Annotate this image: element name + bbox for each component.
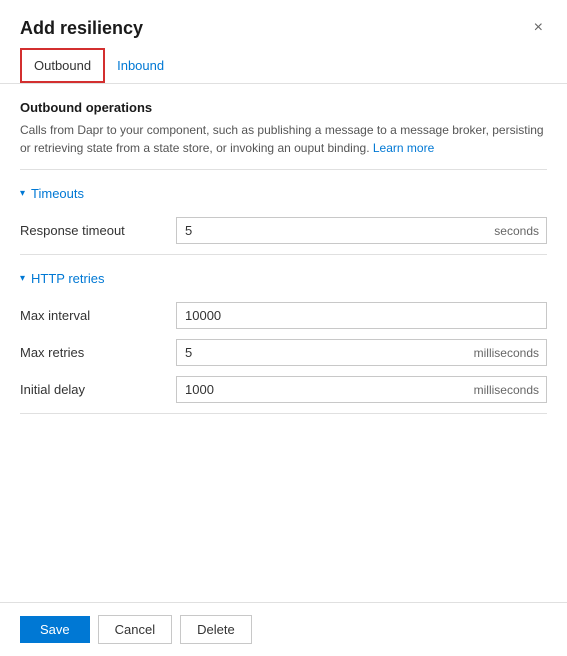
timeouts-header[interactable]: ▾ Timeouts: [20, 180, 547, 207]
delete-button[interactable]: Delete: [180, 615, 252, 644]
initial-delay-row: Initial delay milliseconds: [20, 376, 547, 403]
response-timeout-wrapper: seconds: [176, 217, 547, 244]
outbound-description: Calls from Dapr to your component, such …: [20, 121, 547, 157]
dialog-content: Outbound operations Calls from Dapr to y…: [0, 84, 567, 602]
divider-2: [20, 254, 547, 255]
http-retries-label: HTTP retries: [31, 271, 104, 286]
initial-delay-input[interactable]: [176, 376, 547, 403]
dialog-header: Add resiliency ×: [0, 0, 567, 48]
dialog-footer: Save Cancel Delete: [0, 602, 567, 656]
learn-more-link[interactable]: Learn more: [373, 141, 434, 155]
initial-delay-wrapper: milliseconds: [176, 376, 547, 403]
max-interval-input[interactable]: [176, 302, 547, 329]
divider-3: [20, 413, 547, 414]
outbound-section: Outbound operations Calls from Dapr to y…: [20, 100, 547, 157]
tab-inbound[interactable]: Inbound: [105, 48, 176, 83]
cancel-button[interactable]: Cancel: [98, 615, 172, 644]
add-resiliency-dialog: Add resiliency × Outbound Inbound Outbou…: [0, 0, 567, 656]
timeouts-chevron-icon: ▾: [20, 188, 25, 199]
max-retries-row: Max retries milliseconds: [20, 339, 547, 366]
divider-1: [20, 169, 547, 170]
outbound-section-title: Outbound operations: [20, 100, 547, 115]
tabs-container: Outbound Inbound: [0, 48, 567, 84]
max-interval-row: Max interval: [20, 302, 547, 329]
response-timeout-input[interactable]: [176, 217, 547, 244]
timeouts-label: Timeouts: [31, 186, 84, 201]
response-timeout-label: Response timeout: [20, 223, 160, 238]
max-retries-wrapper: milliseconds: [176, 339, 547, 366]
tab-outbound[interactable]: Outbound: [20, 48, 105, 83]
save-button[interactable]: Save: [20, 616, 90, 643]
max-interval-label: Max interval: [20, 308, 160, 323]
max-retries-label: Max retries: [20, 345, 160, 360]
response-timeout-row: Response timeout seconds: [20, 217, 547, 244]
dialog-title: Add resiliency: [20, 18, 143, 39]
http-retries-chevron-icon: ▾: [20, 273, 25, 284]
http-retries-header[interactable]: ▾ HTTP retries: [20, 265, 547, 292]
max-retries-input[interactable]: [176, 339, 547, 366]
close-button[interactable]: ×: [530, 16, 547, 40]
initial-delay-label: Initial delay: [20, 382, 160, 397]
max-interval-wrapper: [176, 302, 547, 329]
